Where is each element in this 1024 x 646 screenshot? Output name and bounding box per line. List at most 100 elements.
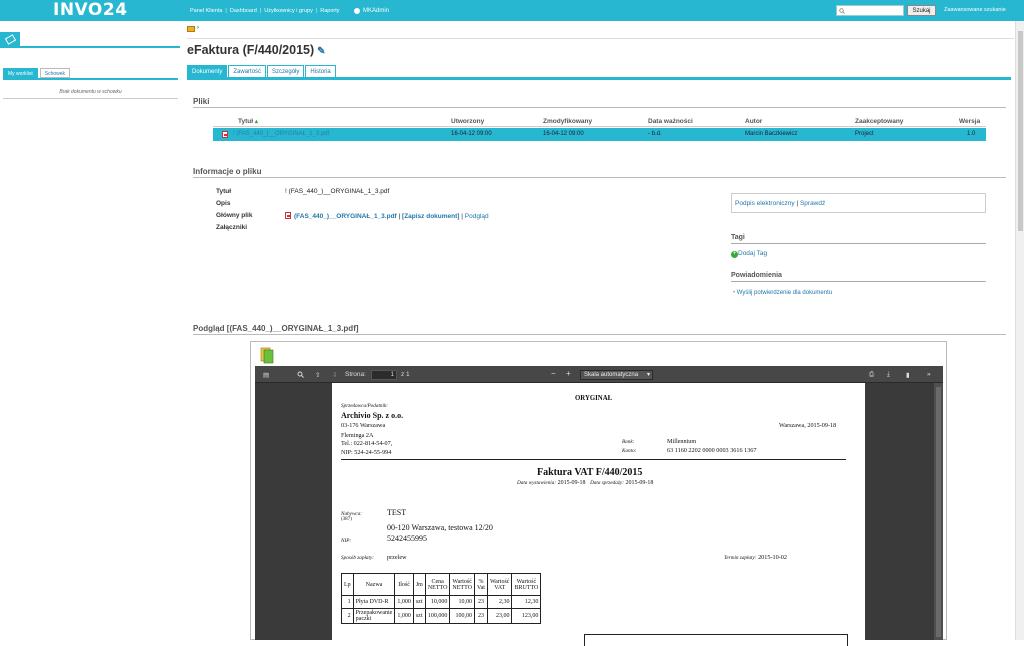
zoom-select[interactable]: Skala automatyczna ▾ <box>580 370 653 380</box>
account-value: 63 1160 2202 0000 0003 3616 1367 <box>667 447 757 454</box>
prev-page-icon[interactable]: ⇧ <box>315 371 320 379</box>
row1-lp: 1 <box>341 595 354 609</box>
value-main-file: (FAS_440_)__ORYGINAŁ_1_3.pdf | [Zapisz d… <box>285 211 489 220</box>
sidebar-divider <box>0 46 180 48</box>
payment-value: przelew <box>387 554 407 561</box>
scrollbar-thumb[interactable] <box>1018 31 1023 231</box>
user-name: MKAdmin <box>363 7 390 14</box>
nav-panel-klienta[interactable]: Panel Klienta <box>187 8 225 14</box>
tags-divider <box>731 243 986 244</box>
th-name: Nazwa <box>352 573 396 596</box>
sidebar-separator <box>3 98 178 99</box>
sidebar-tab-worklist[interactable]: My worklist <box>3 68 38 78</box>
buyer-nip: 5242455995 <box>387 534 427 543</box>
add-tag-button[interactable]: + Dodaj Tag <box>731 250 767 258</box>
th-unit: Jm <box>412 573 426 596</box>
bookmark-icon[interactable]: ▮ <box>906 371 910 379</box>
breadcrumb[interactable]: › <box>187 25 201 34</box>
page-title: eFaktura (F/440/2015) ✎ <box>187 43 326 57</box>
seller-address-2: Fleminga 2A <box>341 432 374 439</box>
label-main-file: Główny plik <box>216 212 253 219</box>
totals-box <box>584 634 848 646</box>
row2-gross-value: 123,00 <box>511 608 542 624</box>
verify-signature-link[interactable]: Sprawdź <box>800 200 825 207</box>
send-confirmation-link: Wyślij potwierdzenie dla dokumentu <box>736 290 833 296</box>
viewer-scrollbar-thumb[interactable] <box>936 387 941 637</box>
tab-documents[interactable]: Dokumenty <box>187 65 228 77</box>
zoom-in-icon[interactable]: + <box>566 369 571 378</box>
page-scrollbar[interactable] <box>1015 21 1024 640</box>
row1-vat-rate: 23 <box>473 595 488 609</box>
preview-section-line <box>193 334 1006 335</box>
breadcrumb-arrow-icon: › <box>197 25 199 31</box>
sidebar-toggle-icon[interactable]: ▤ <box>263 371 269 379</box>
next-page-icon[interactable]: ⇩ <box>332 371 337 379</box>
th-vat-rate: % Vat <box>473 573 488 596</box>
user-icon <box>354 7 360 14</box>
pdf-page: ORYGINAŁ Sprzedawca/Podatnik: Archivio S… <box>332 383 865 646</box>
notifications-title: Powiadomienia <box>731 272 782 279</box>
main-file-link[interactable]: (FAS_440_)__ORYGINAŁ_1_3.pdf <box>294 213 397 220</box>
row2-name: Przepakowanie paczki <box>352 608 396 624</box>
row2-net-value: 100,00 <box>449 608 475 624</box>
save-document-link[interactable]: [Zapisz dokument] <box>402 213 459 220</box>
pdf-icon <box>222 131 228 138</box>
place-date: Warszawa, 2015-09-18 <box>779 422 837 429</box>
col-title[interactable]: Tytuł ▴ <box>238 118 258 125</box>
user-menu[interactable]: MKAdmin <box>354 0 389 21</box>
page-number-input[interactable]: 1 <box>371 370 397 380</box>
tab-details[interactable]: Szczegóły <box>267 65 305 77</box>
folder-icon <box>187 26 195 32</box>
viewer-toolbar: ▤ ⇧ ⇩ Strona: 1 z 1 − + Skala automatycz… <box>255 366 943 383</box>
search-input[interactable] <box>836 5 904 16</box>
search-icon[interactable] <box>297 371 304 378</box>
nav-users-groups[interactable]: Użytkownicy i grupy <box>261 8 316 14</box>
col-version[interactable]: Wersja <box>959 118 980 125</box>
add-icon: + <box>731 251 738 258</box>
download-icon[interactable]: ⤓ <box>887 371 890 379</box>
file-title-cell[interactable]: ! (FAS_440_)__ORYGINAŁ_1_3.pdf <box>233 131 329 137</box>
buyer-nip-label: NIP: <box>341 538 352 544</box>
sale-date: 2015-09-18 <box>625 480 654 486</box>
row2-vat-value: 23,00 <box>486 608 513 624</box>
page-total: z 1 <box>401 371 410 378</box>
th-gross-value: Wartość BRUTTO <box>511 573 542 596</box>
file-info-section-line <box>193 177 1006 178</box>
file-author-cell: Marcin Baczkiewicz <box>745 131 798 137</box>
advanced-search-link[interactable]: Zaawansowane szukanie <box>944 0 1006 21</box>
zoom-select-value: Skala automatyczna <box>584 372 639 378</box>
app-logo[interactable]: INVO24 <box>53 0 128 21</box>
sidebar-tab-clipboard[interactable]: Schowek <box>39 68 71 78</box>
label-description: Opis <box>216 200 231 207</box>
nav-dashboard[interactable]: Dashboard <box>227 8 260 14</box>
row2-net-price: 100,000 <box>424 608 451 624</box>
print-icon[interactable]: ⎙ <box>869 371 874 379</box>
nav-reports[interactable]: Raporty <box>317 8 342 14</box>
col-expiry[interactable]: Data ważności <box>648 118 693 125</box>
signature-box: Podpis elektroniczny | Sprawdź <box>731 193 986 213</box>
row1-qty: 1,000 <box>394 595 414 609</box>
items-header-row: Lp Nazwa Ilość Jm Cena NETTO Wartość NET… <box>341 573 542 596</box>
tools-menu-icon[interactable]: » <box>927 371 931 378</box>
col-modified[interactable]: Zmodyfikowany <box>543 118 592 125</box>
send-confirmation-item[interactable]: • Wyślij potwierdzenie dla dokumentu <box>733 290 832 296</box>
th-qty: Ilość <box>394 573 414 596</box>
tag-icon[interactable] <box>0 32 20 46</box>
tab-content[interactable]: Zawartość <box>228 65 267 77</box>
book-icon[interactable] <box>258 346 276 364</box>
col-author[interactable]: Autor <box>745 118 762 125</box>
signature-link[interactable]: Podpis elektroniczny <box>735 200 795 207</box>
edit-icon[interactable]: ✎ <box>317 46 325 57</box>
col-created[interactable]: Utworzony <box>451 118 484 125</box>
tab-history[interactable]: Historia <box>305 65 336 77</box>
files-section-title: Pliki <box>193 97 210 106</box>
zoom-out-icon[interactable]: − <box>551 369 556 378</box>
file-modified-cell: 16-04-12 09:00 <box>543 131 584 137</box>
preview-link[interactable]: Podgląd <box>465 213 489 220</box>
bullet-icon: • <box>733 290 736 296</box>
sort-up-icon[interactable]: ▴ <box>255 119 258 125</box>
viewer-scrollbar[interactable] <box>934 383 943 640</box>
search-button[interactable]: Szukaj <box>907 5 936 16</box>
col-title-label: Tytuł <box>238 118 254 125</box>
col-accepted[interactable]: Zaakceptowany <box>855 118 903 125</box>
